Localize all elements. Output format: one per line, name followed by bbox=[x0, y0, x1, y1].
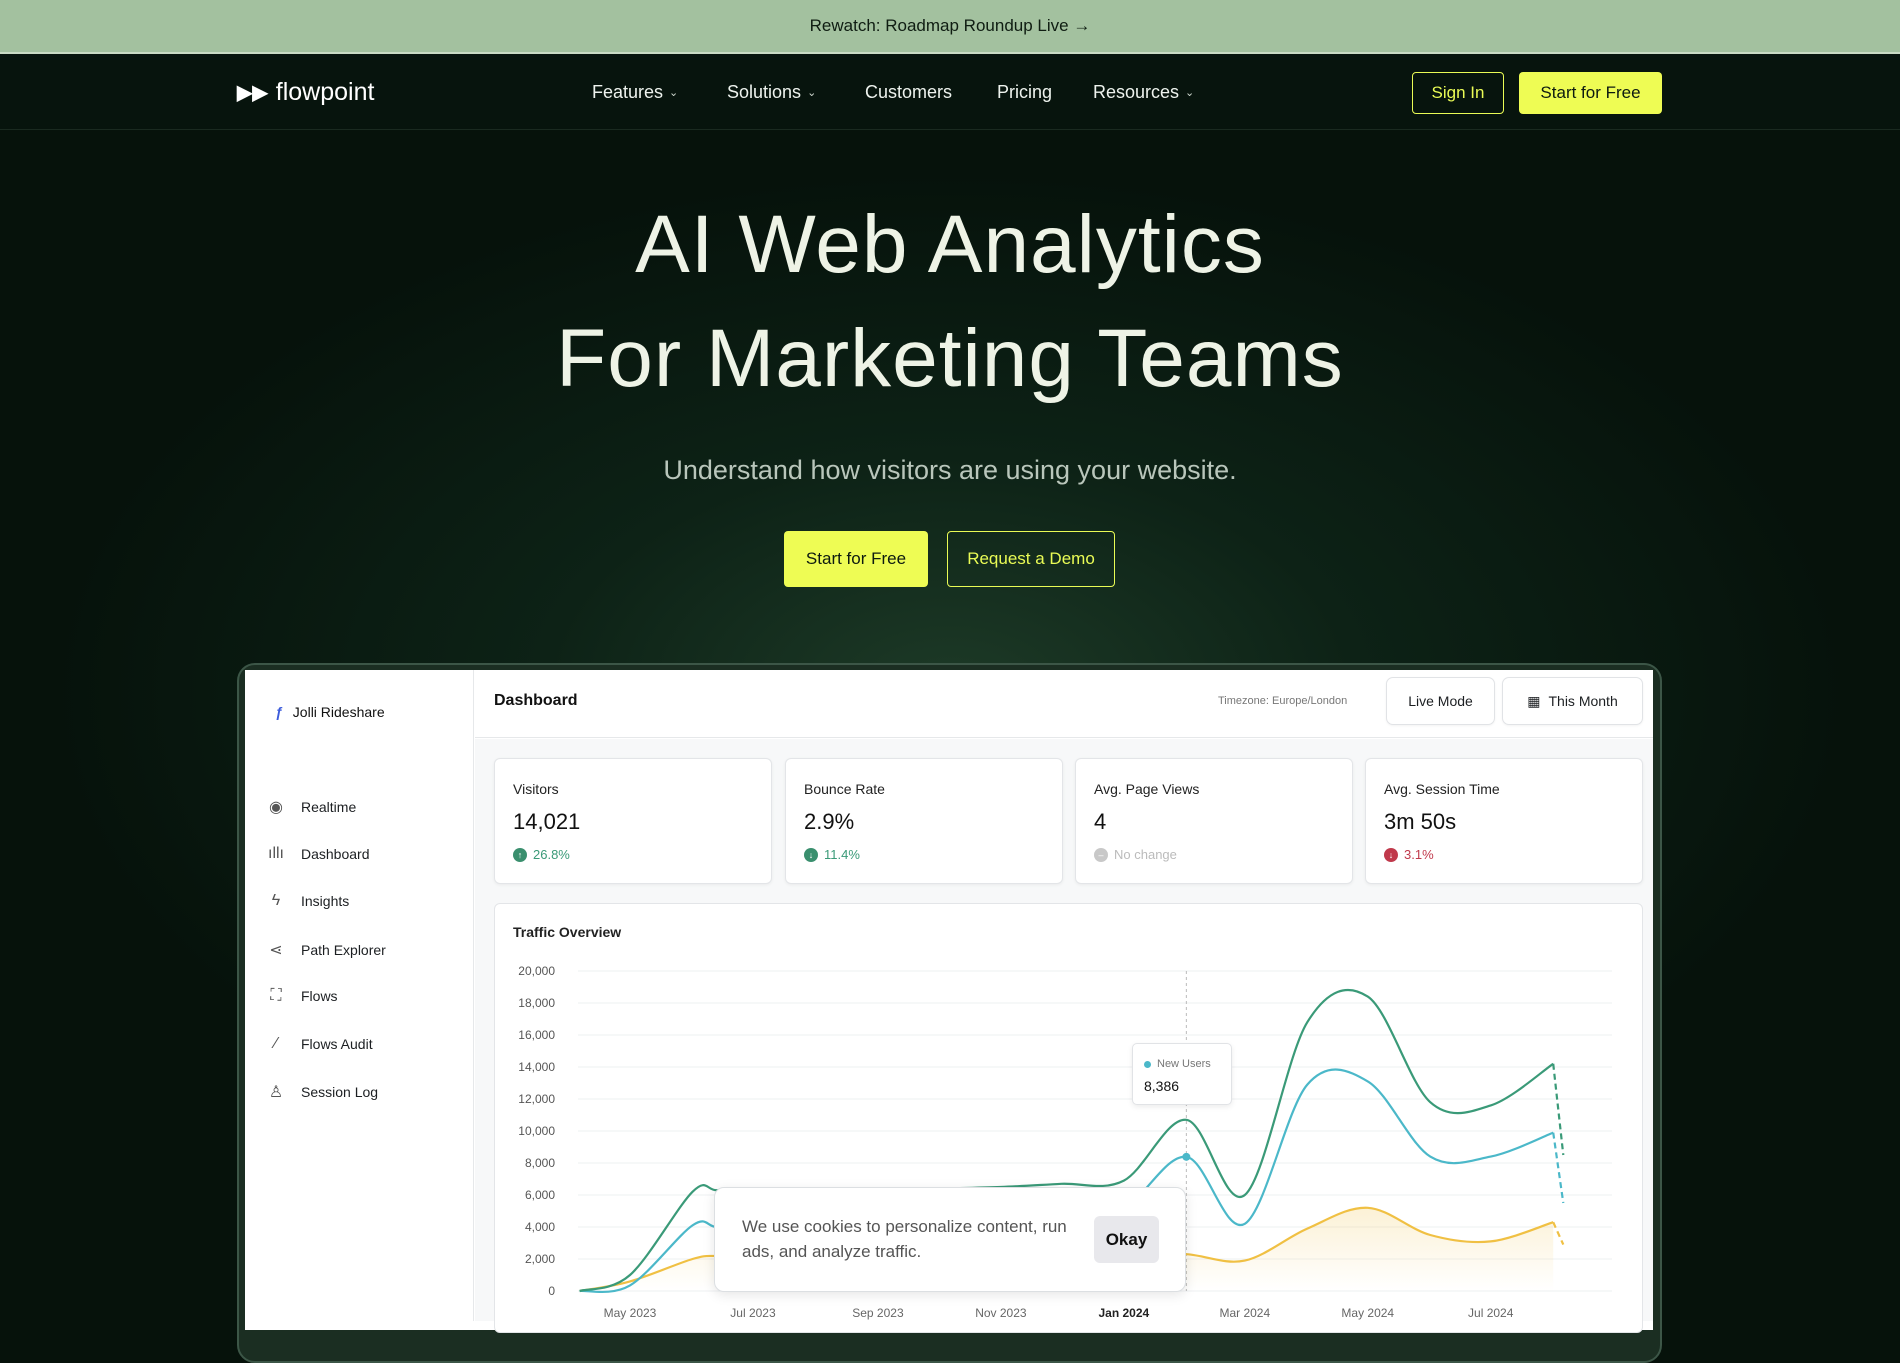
metric-label: Visitors bbox=[513, 781, 559, 797]
metric-change: 3.1% bbox=[1404, 847, 1434, 862]
chart-tooltip: New Users 8,386 bbox=[1132, 1043, 1232, 1105]
nav-start-free-button[interactable]: Start for Free bbox=[1519, 72, 1662, 114]
nav-resources[interactable]: Resources ⌄ bbox=[1093, 82, 1194, 103]
sidebar-label: Flows bbox=[301, 988, 338, 1004]
arrow-up-icon: ↑ bbox=[513, 847, 527, 862]
metric-change: No change bbox=[1114, 847, 1177, 862]
metric-label: Bounce Rate bbox=[804, 781, 885, 797]
nav-label: Resources bbox=[1093, 82, 1180, 102]
sidebar-label: Realtime bbox=[301, 799, 357, 815]
metric-value: 3m 50s bbox=[1384, 809, 1457, 834]
sidebar-item-insights[interactable]: ϟ Insights bbox=[265, 892, 349, 910]
cookie-text: We use cookies to personalize content, r… bbox=[742, 1217, 1067, 1261]
metric-label: Avg. Session Time bbox=[1384, 781, 1500, 797]
logo-text: flowpoint bbox=[275, 78, 375, 106]
request-demo-button[interactable]: Request a Demo bbox=[947, 531, 1115, 587]
minus-icon: – bbox=[1094, 847, 1108, 862]
announcement-banner[interactable]: Rewatch: Roadmap Roundup Live → bbox=[0, 0, 1900, 54]
nav-label: Pricing bbox=[997, 82, 1053, 102]
metric-card-session-time[interactable]: Avg. Session Time 3m 50s ↓ 3.1% bbox=[1365, 758, 1643, 884]
tooltip-value: 8,386 bbox=[1144, 1078, 1180, 1094]
workspace-logo-icon: ƒ bbox=[275, 704, 283, 720]
workspace-name: Jolli Rideshare bbox=[292, 704, 385, 720]
nav-pricing[interactable]: Pricing bbox=[997, 82, 1052, 103]
chevron-down-icon: ⌄ bbox=[669, 87, 679, 99]
chevron-down-icon: ⌄ bbox=[1185, 87, 1195, 99]
logo-mark-icon: ▶▶ bbox=[237, 82, 268, 104]
sidebar-label: Path Explorer bbox=[301, 942, 386, 958]
metric-card-bounce-rate[interactable]: Bounce Rate 2.9% ↓ 11.4% bbox=[785, 758, 1063, 884]
metric-card-visitors[interactable]: Visitors 14,021 ↑ 26.8% bbox=[494, 758, 772, 884]
metric-change: 26.8% bbox=[533, 847, 570, 862]
metric-value: 14,021 bbox=[513, 809, 581, 834]
tooltip-series: New Users bbox=[1157, 1058, 1211, 1070]
lightning-icon: ϟ bbox=[271, 892, 281, 909]
page-title: Dashboard bbox=[494, 692, 578, 709]
nav-label: Features bbox=[592, 82, 664, 102]
nav-customers[interactable]: Customers bbox=[865, 82, 952, 103]
series-dot-icon bbox=[1144, 1060, 1151, 1068]
sign-in-button[interactable]: Sign In bbox=[1412, 72, 1504, 114]
sidebar-label: Session Log bbox=[301, 1084, 379, 1100]
bars-icon: ıllı bbox=[268, 845, 284, 862]
sidebar-label: Flows Audit bbox=[301, 1036, 373, 1052]
sidebar-item-dashboard[interactable]: ıllı Dashboard bbox=[265, 845, 370, 863]
calendar-icon: ▦ bbox=[1527, 692, 1541, 709]
chevron-down-icon: ⌄ bbox=[807, 87, 817, 99]
workspace-switcher[interactable]: ƒ Jolli Rideshare bbox=[275, 704, 385, 720]
arrow-right-icon: → bbox=[1073, 16, 1091, 35]
magic-wand-icon: ⁄ bbox=[274, 1035, 278, 1052]
nav-label: Customers bbox=[865, 82, 953, 102]
banner-text: Rewatch: Roadmap Roundup Live bbox=[809, 16, 1069, 35]
share-icon: ⋖ bbox=[269, 942, 283, 959]
hero-start-free-button[interactable]: Start for Free bbox=[784, 531, 928, 587]
metric-card-page-views[interactable]: Avg. Page Views 4 – No change bbox=[1075, 758, 1353, 884]
metric-change: 11.4% bbox=[824, 847, 860, 862]
live-mode-label: Live Mode bbox=[1408, 693, 1473, 709]
live-mode-button[interactable]: Live Mode bbox=[1386, 677, 1495, 725]
nav-label: Solutions bbox=[727, 82, 802, 102]
nav-features[interactable]: Features ⌄ bbox=[592, 82, 678, 103]
sidebar-item-flows-audit[interactable]: ⁄ Flows Audit bbox=[265, 1035, 373, 1053]
user-icon: ♙ bbox=[268, 1084, 284, 1101]
hero-subtitle: Understand how visitors are using your w… bbox=[663, 455, 1237, 485]
sidebar-item-session-log[interactable]: ♙ Session Log bbox=[265, 1082, 378, 1102]
nav-solutions[interactable]: Solutions ⌄ bbox=[727, 82, 816, 103]
eye-icon: ◉ bbox=[269, 799, 283, 816]
sidebar-label: Dashboard bbox=[301, 846, 370, 862]
cookie-okay-button[interactable]: Okay bbox=[1094, 1216, 1159, 1263]
sidebar-item-path-explorer[interactable]: ⋖ Path Explorer bbox=[265, 940, 386, 960]
hero-title-line1: AI Web Analytics bbox=[635, 199, 1265, 290]
timezone-label: Timezone: Europe/London bbox=[1218, 695, 1348, 707]
sidebar-label: Insights bbox=[301, 893, 350, 909]
sidebar-item-flows[interactable]: ⛶ Flows bbox=[265, 987, 338, 1005]
cookie-banner: We use cookies to personalize content, r… bbox=[714, 1187, 1186, 1292]
date-range-button[interactable]: ▦ This Month bbox=[1502, 677, 1643, 725]
arrow-down-icon: ↓ bbox=[1384, 847, 1398, 862]
logo[interactable]: ▶▶ flowpoint bbox=[237, 78, 374, 107]
date-range-label: This Month bbox=[1548, 693, 1618, 709]
metric-label: Avg. Page Views bbox=[1094, 781, 1200, 797]
arrow-down-icon: ↓ bbox=[804, 847, 818, 862]
sidebar-item-realtime[interactable]: ◉ Realtime bbox=[265, 797, 356, 817]
chart-title: Traffic Overview bbox=[513, 924, 622, 940]
metric-value: 4 bbox=[1094, 809, 1107, 834]
metric-value: 2.9% bbox=[804, 809, 855, 834]
hero-title-line2: For Marketing Teams bbox=[556, 313, 1344, 404]
flows-icon: ⛶ bbox=[270, 987, 282, 1004]
